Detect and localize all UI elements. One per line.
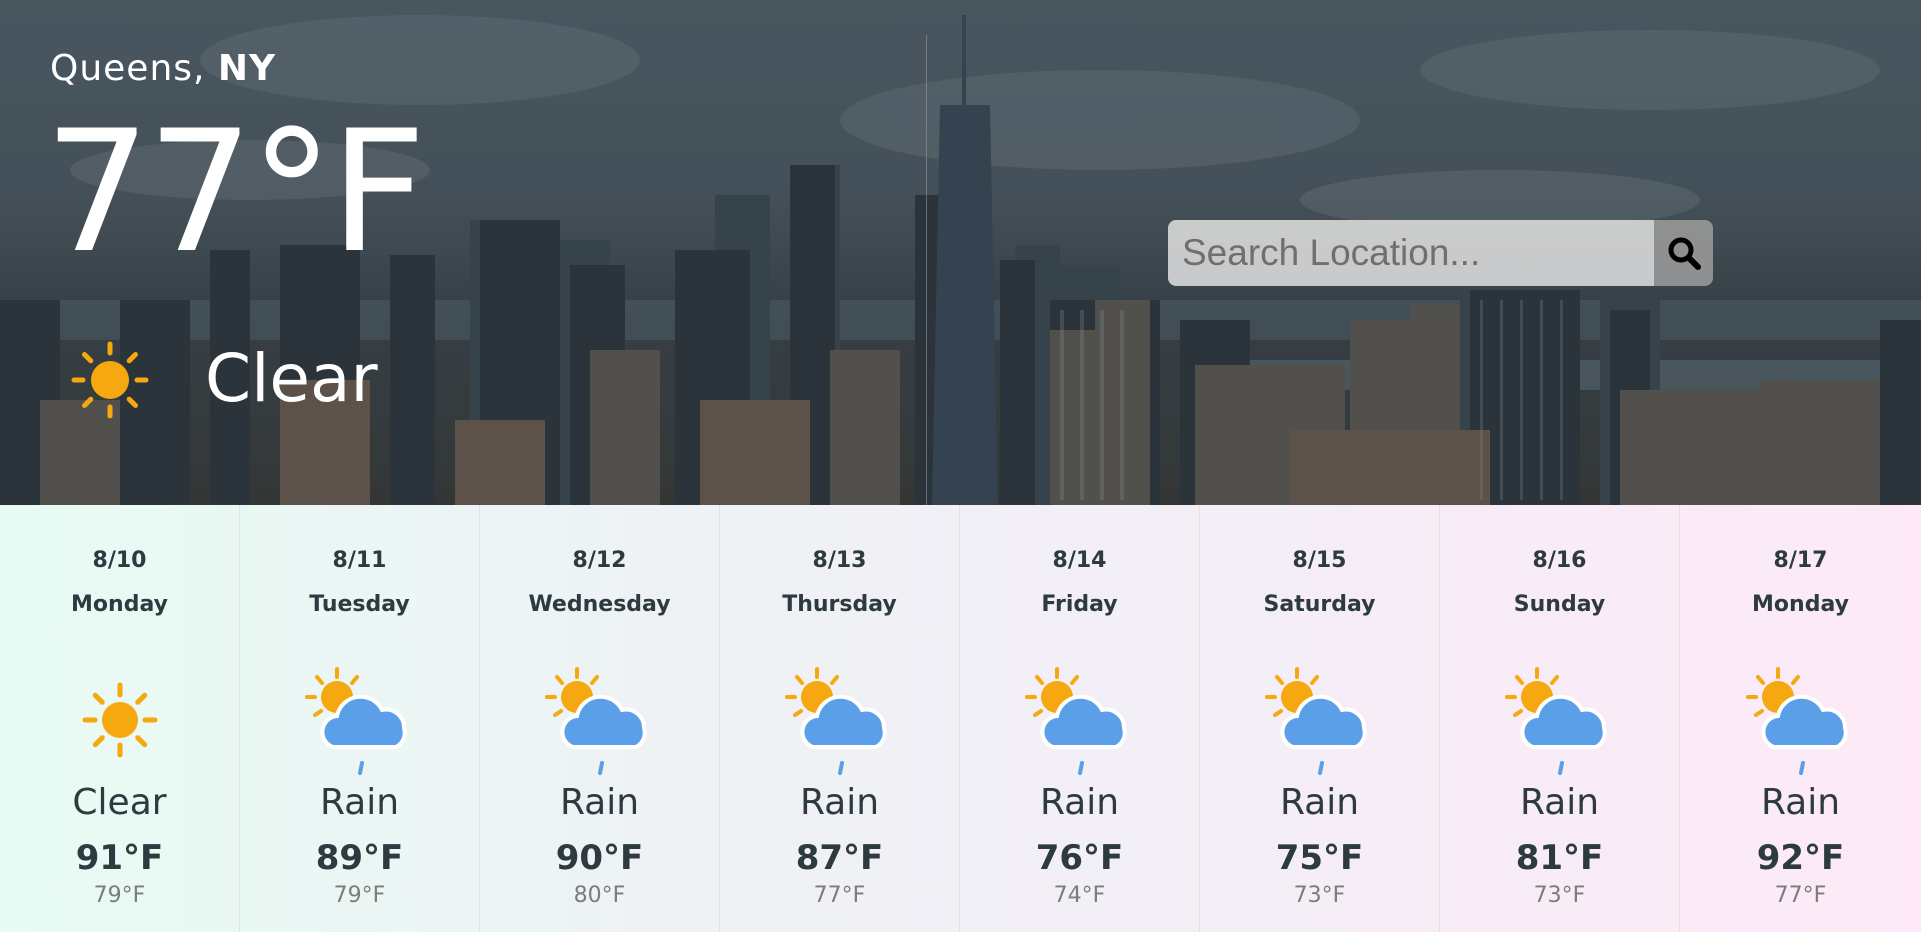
forecast-day: 8/11 Tuesday Rain 89°F 79°F	[240, 505, 480, 932]
sun-icon	[71, 341, 149, 419]
forecast-weekday: Monday	[71, 592, 168, 617]
forecast-high: 81°F	[1515, 838, 1604, 878]
forecast-low: 80°F	[573, 883, 626, 908]
forecast-low: 74°F	[1053, 883, 1106, 908]
forecast-low: 73°F	[1293, 883, 1346, 908]
forecast-day: 8/16 Sunday Rain 81°F 73°F	[1440, 505, 1680, 932]
forecast-low: 73°F	[1533, 883, 1586, 908]
forecast-weekday: Tuesday	[309, 592, 410, 617]
forecast-day: 8/12 Wednesday Rain 90°F 80°F	[480, 505, 720, 932]
forecast-day: 8/13 Thursday Rain 87°F 77°F	[720, 505, 960, 932]
forecast-low: 77°F	[813, 883, 866, 908]
forecast-date: 8/12	[572, 548, 627, 573]
forecast-condition: Rain	[1519, 782, 1600, 823]
sun-cloud-rain-icon	[1745, 667, 1848, 775]
forecast-high: 75°F	[1275, 838, 1364, 878]
current-condition: Clear	[205, 340, 378, 417]
sun-cloud-rain-icon	[784, 667, 887, 775]
forecast-condition: Rain	[1279, 782, 1360, 823]
forecast-date: 8/13	[812, 548, 867, 573]
forecast-condition: Rain	[799, 782, 880, 823]
forecast-date: 8/11	[332, 548, 387, 573]
location-state: NY	[217, 48, 277, 89]
forecast-day: 8/14 Friday Rain 76°F 74°F	[960, 505, 1200, 932]
forecast-date: 8/15	[1292, 548, 1347, 573]
forecast-date: 8/16	[1532, 548, 1587, 573]
forecast-condition: Rain	[1760, 782, 1841, 823]
forecast-condition: Rain	[1039, 782, 1120, 823]
sun-cloud-rain-icon	[1264, 667, 1367, 775]
search-button[interactable]	[1654, 220, 1713, 286]
forecast-weekday: Monday	[1752, 592, 1849, 617]
forecast-high: 91°F	[75, 838, 164, 878]
forecast-high: 76°F	[1035, 838, 1124, 878]
sun-cloud-rain-icon	[1024, 667, 1127, 775]
forecast-weekday: Sunday	[1513, 592, 1606, 617]
forecast-date: 8/17	[1773, 548, 1828, 573]
search-input[interactable]	[1168, 220, 1654, 286]
forecast-low: 79°F	[93, 883, 146, 908]
search-bar	[1168, 220, 1713, 286]
forecast-high: 90°F	[555, 838, 644, 878]
forecast-weekday: Thursday	[782, 592, 897, 617]
sun-cloud-rain-icon	[1504, 667, 1607, 775]
forecast-low: 77°F	[1774, 883, 1827, 908]
forecast-weekday: Wednesday	[528, 592, 671, 617]
forecast-day: 8/15 Saturday Rain 75°F 73°F	[1200, 505, 1440, 932]
search-icon	[1668, 237, 1701, 270]
forecast-date: 8/10	[92, 548, 147, 573]
forecast-list: 8/10 Monday Clear 91°F 79°F 8/11 Tuesday	[0, 505, 1921, 932]
forecast-condition: Rain	[559, 782, 640, 823]
forecast-condition: Clear	[72, 782, 167, 823]
forecast-day: 8/17 Monday Rain 92°F 77°F	[1680, 505, 1921, 932]
forecast-weekday: Saturday	[1263, 592, 1376, 617]
forecast-high: 92°F	[1756, 838, 1845, 878]
forecast-date: 8/14	[1052, 548, 1107, 573]
location-label: Queens, NY	[50, 48, 276, 89]
sun-cloud-rain-icon	[544, 667, 647, 775]
location-city: Queens,	[50, 48, 206, 89]
forecast-weekday: Friday	[1041, 592, 1118, 617]
forecast-low: 79°F	[333, 883, 386, 908]
current-temperature: 77°F	[44, 94, 426, 290]
forecast-high: 89°F	[315, 838, 404, 878]
forecast-day: 8/10 Monday Clear 91°F 79°F	[0, 505, 240, 932]
forecast-condition: Rain	[319, 782, 400, 823]
sun-cloud-rain-icon	[304, 667, 407, 775]
forecast-high: 87°F	[795, 838, 884, 878]
sun-icon	[82, 682, 157, 758]
